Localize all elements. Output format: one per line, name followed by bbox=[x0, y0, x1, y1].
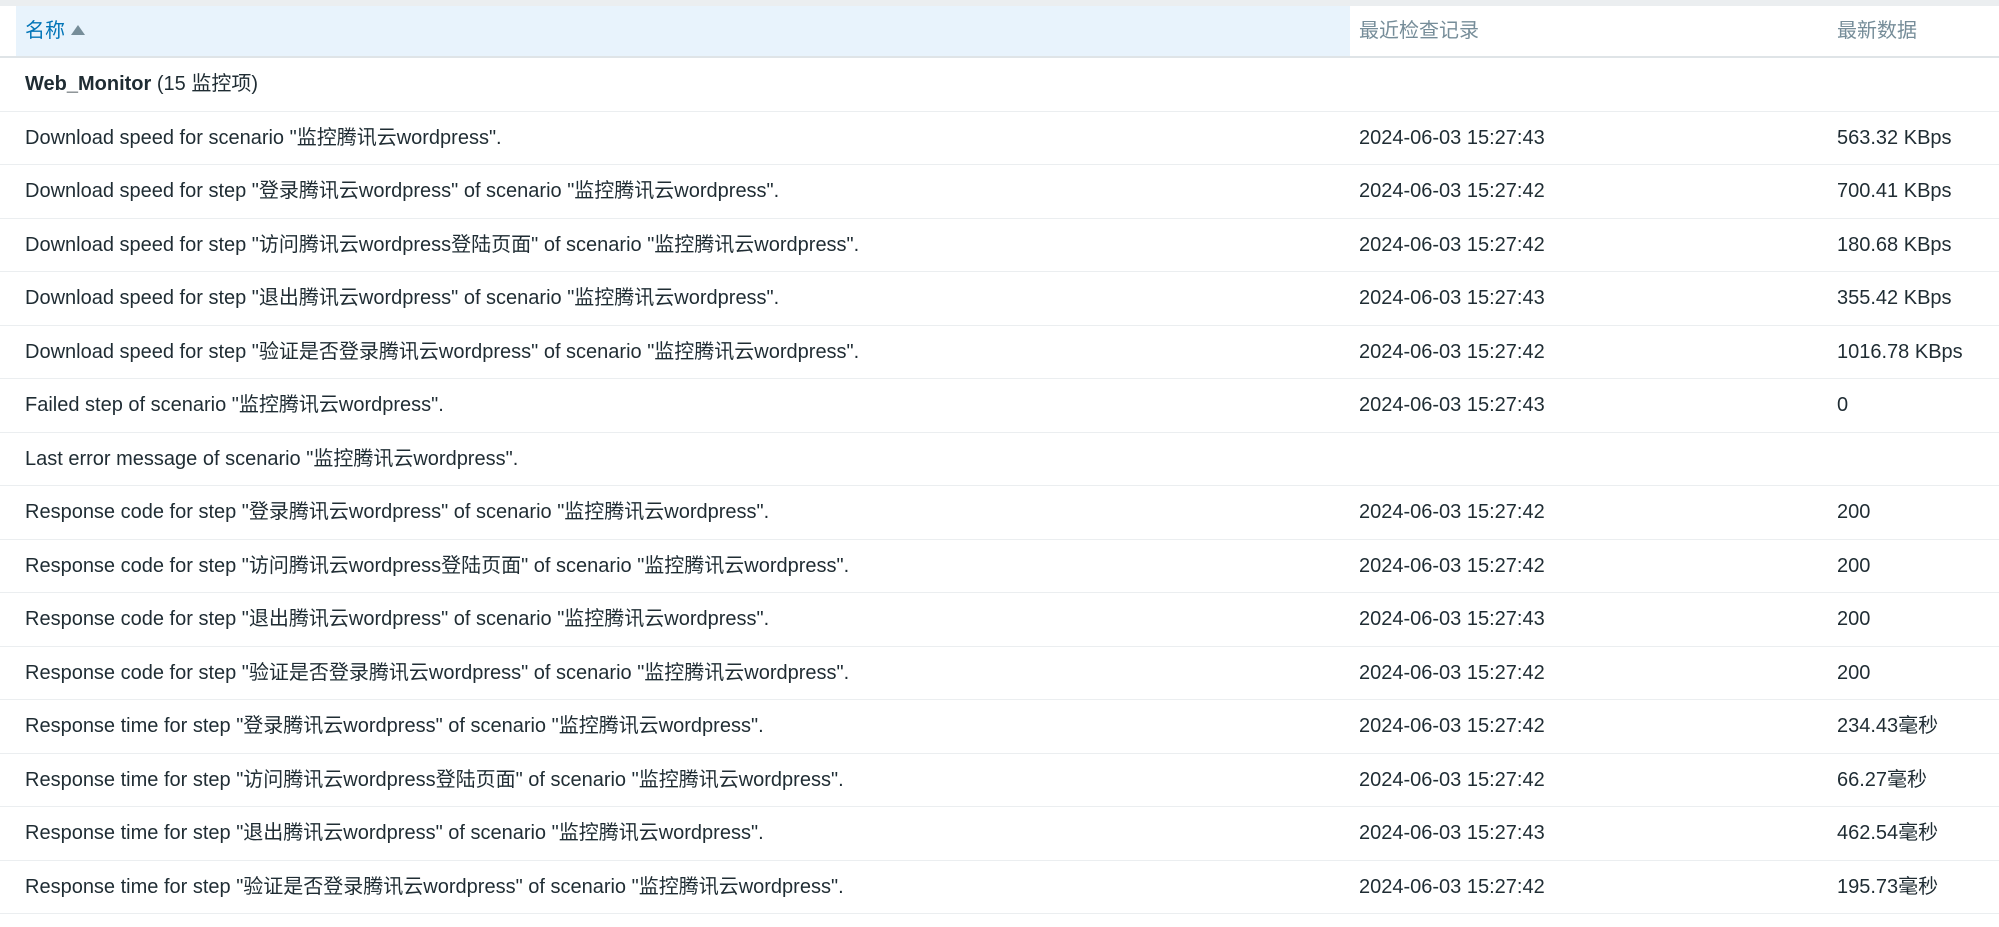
item-name[interactable]: Failed step of scenario "监控腾讯云wordpress"… bbox=[25, 379, 444, 433]
item-last-check: 2024-06-03 15:27:42 bbox=[1359, 554, 1545, 577]
item-last-check: 2024-06-03 15:27:43 bbox=[1359, 394, 1545, 416]
table-row: Download speed for scenario "监控腾讯云wordpr… bbox=[0, 112, 1999, 166]
item-latest-value: 200 bbox=[1837, 501, 1871, 523]
item-name[interactable]: Response time for step "验证是否登录腾讯云wordpre… bbox=[25, 861, 844, 915]
table-row: Failed step of scenario "监控腾讯云wordpress"… bbox=[0, 379, 1999, 433]
item-latest-value: 180.68 KBps bbox=[1837, 233, 1952, 256]
item-name[interactable]: Download speed for step "访问腾讯云wordpress登… bbox=[25, 219, 859, 273]
group-title: Web_Monitor (15 监控项) bbox=[25, 58, 258, 112]
item-last-check: 2024-06-03 15:27:42 bbox=[1359, 661, 1545, 684]
item-last-check: 2024-06-03 15:27:42 bbox=[1359, 501, 1545, 523]
column-header-name[interactable]: 名称 bbox=[16, 6, 1350, 56]
table-header: 名称 最近检查记录 最新数据 bbox=[0, 6, 1999, 58]
item-name[interactable]: Last error message of scenario "监控腾讯云wor… bbox=[25, 433, 518, 487]
item-last-check: 2024-06-03 15:27:42 bbox=[1359, 875, 1545, 898]
item-last-check: 2024-06-03 15:27:43 bbox=[1359, 608, 1545, 630]
item-last-check: 2024-06-03 15:27:43 bbox=[1359, 822, 1545, 844]
item-last-check: 2024-06-03 15:27:42 bbox=[1359, 768, 1545, 791]
table-row: Download speed for step "退出腾讯云wordpress"… bbox=[0, 272, 1999, 326]
table-row: Response code for step "退出腾讯云wordpress" … bbox=[0, 593, 1999, 647]
table-row: Response code for step "登录腾讯云wordpress" … bbox=[0, 486, 1999, 540]
item-latest-value: 195.73毫秒 bbox=[1837, 875, 1939, 898]
item-name[interactable]: Download speed for step "退出腾讯云wordpress"… bbox=[25, 272, 779, 326]
item-last-check: 2024-06-03 15:27:42 bbox=[1359, 340, 1545, 363]
column-header-name-label: 名称 bbox=[25, 20, 65, 42]
item-name[interactable]: Response code for step "登录腾讯云wordpress" … bbox=[25, 486, 769, 540]
item-latest-value: 563.32 KBps bbox=[1837, 126, 1952, 149]
item-latest-value: 200 bbox=[1837, 554, 1871, 577]
item-last-check: 2024-06-03 15:27:43 bbox=[1359, 126, 1545, 149]
item-last-check: 2024-06-03 15:27:42 bbox=[1359, 180, 1545, 202]
group-count: (15 监控项) bbox=[156, 73, 258, 95]
table-row: Response time for step "验证是否登录腾讯云wordpre… bbox=[0, 861, 1999, 915]
item-latest-value: 66.27毫秒 bbox=[1837, 768, 1928, 791]
item-latest-value: 0 bbox=[1837, 394, 1849, 416]
table-row: Response time for step "访问腾讯云wordpress登陆… bbox=[0, 754, 1999, 808]
item-name[interactable]: Download speed for scenario "监控腾讯云wordpr… bbox=[25, 112, 502, 166]
item-last-check: 2024-06-03 15:27:42 bbox=[1359, 715, 1545, 737]
item-name[interactable]: Response time for step "访问腾讯云wordpress登陆… bbox=[25, 754, 844, 808]
item-latest-value: 200 bbox=[1837, 661, 1871, 684]
column-header-latest-data[interactable]: 最新数据 bbox=[1837, 6, 1917, 56]
item-name[interactable]: Response code for step "验证是否登录腾讯云wordpre… bbox=[25, 647, 849, 701]
item-name[interactable]: Response time for step "登录腾讯云wordpress" … bbox=[25, 700, 764, 754]
item-name[interactable]: Response code for step "退出腾讯云wordpress" … bbox=[25, 593, 769, 647]
item-latest-value: 462.54毫秒 bbox=[1837, 822, 1939, 844]
item-latest-value: 700.41 KBps bbox=[1837, 180, 1952, 202]
table-row: Response code for step "访问腾讯云wordpress登陆… bbox=[0, 540, 1999, 594]
group-row: Web_Monitor (15 监控项) bbox=[0, 58, 1999, 112]
table-row: Last error message of scenario "监控腾讯云wor… bbox=[0, 433, 1999, 487]
table-row: Download speed for step "访问腾讯云wordpress登… bbox=[0, 219, 1999, 273]
item-name[interactable]: Response code for step "访问腾讯云wordpress登陆… bbox=[25, 540, 849, 594]
item-name[interactable]: Download speed for step "验证是否登录腾讯云wordpr… bbox=[25, 326, 859, 380]
table-row: Download speed for step "登录腾讯云wordpress"… bbox=[0, 165, 1999, 219]
item-last-check: 2024-06-03 15:27:42 bbox=[1359, 233, 1545, 256]
column-header-last-check[interactable]: 最近检查记录 bbox=[1359, 6, 1479, 56]
item-latest-value: 355.42 KBps bbox=[1837, 287, 1952, 309]
table-row: Response code for step "验证是否登录腾讯云wordpre… bbox=[0, 647, 1999, 701]
sort-asc-icon bbox=[71, 24, 85, 35]
item-last-check: 2024-06-03 15:27:43 bbox=[1359, 287, 1545, 309]
item-latest-value: 234.43毫秒 bbox=[1837, 715, 1939, 737]
item-latest-value: 200 bbox=[1837, 608, 1871, 630]
latest-data-table: 名称 最近检查记录 最新数据 Web_Monitor (15 监控项) Down… bbox=[0, 6, 1999, 914]
table-row: Response time for step "登录腾讯云wordpress" … bbox=[0, 700, 1999, 754]
item-name[interactable]: Response time for step "退出腾讯云wordpress" … bbox=[25, 807, 764, 861]
table-row: Download speed for step "验证是否登录腾讯云wordpr… bbox=[0, 326, 1999, 380]
item-latest-value: 1016.78 KBps bbox=[1837, 340, 1963, 363]
table-row: Response time for step "退出腾讯云wordpress" … bbox=[0, 807, 1999, 861]
group-name: Web_Monitor bbox=[25, 73, 152, 95]
item-name[interactable]: Download speed for step "登录腾讯云wordpress"… bbox=[25, 165, 779, 219]
